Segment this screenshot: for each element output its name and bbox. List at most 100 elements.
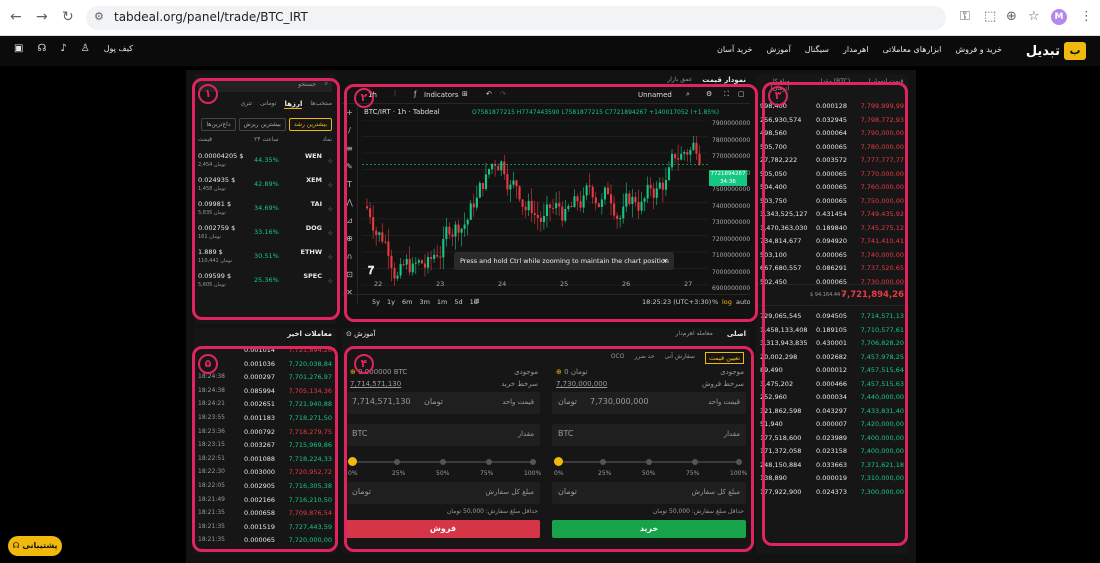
orderbook-row[interactable]: 3,343,525,127 0.431454 7,749,435,92 — [756, 208, 908, 220]
favorite-star-icon[interactable]: ☆ — [328, 206, 333, 213]
buy-amount-input[interactable]: مقدار BTC — [552, 424, 746, 446]
sell-percent-slider[interactable] — [348, 457, 536, 466]
tab-price-chart[interactable]: نمودار قیمت — [702, 76, 746, 84]
menu-tools[interactable]: ابزارهای معاملاتی — [882, 45, 941, 54]
menu-buy-sell[interactable]: خرید و فروش — [955, 45, 1002, 54]
bookmark-star-icon[interactable]: ☆ — [1028, 9, 1040, 24]
orderbook-row[interactable]: 1,470,363,030 0.189840 7,745,275,12 — [756, 222, 908, 234]
orderbook-row[interactable]: 138,890 0.000019 7,310,000,00 — [756, 472, 908, 484]
back-icon[interactable]: ← — [10, 9, 22, 25]
buy-best-price[interactable]: 7,730,000,000 — [556, 380, 607, 388]
brush-icon[interactable]: ✎ — [342, 158, 357, 176]
scale-log[interactable]: log — [722, 298, 732, 306]
orderbook-row[interactable]: 3,475,202 0.000466 7,457,515,63 — [756, 378, 908, 390]
market-row[interactable]: ETHW ☆ 30.51% 1.889 $ 110,441 تومان — [194, 246, 336, 268]
orderbook-row[interactable]: 667,680,557 0.086291 7,737,520,65 — [756, 262, 908, 274]
tab-limit[interactable]: تعیین قیمت — [704, 352, 744, 364]
market-search-input[interactable]: جستجو ⌕ — [198, 78, 332, 92]
undo-icon[interactable]: ↶ — [486, 90, 492, 98]
indicators-button[interactable]: Indicators — [424, 91, 459, 99]
user-icon[interactable]: ♙ — [81, 43, 90, 54]
tab-margin[interactable]: معامله اهرم‌دار — [676, 330, 713, 338]
favorite-star-icon[interactable]: ☆ — [328, 278, 333, 285]
range-button[interactable]: 5d — [454, 298, 462, 306]
sell-button[interactable]: فروش — [346, 520, 540, 538]
range-button[interactable]: 1y — [387, 298, 395, 306]
chart-search-icon[interactable]: ⌕ — [686, 90, 690, 99]
orderbook-row[interactable]: 729,065,545 0.094505 7,714,571,13 — [756, 310, 908, 322]
sell-best-price[interactable]: 7,714,571,130 — [350, 380, 401, 388]
tab-market[interactable]: سفارش آنی — [665, 352, 695, 364]
tab-coins[interactable]: ارزها — [284, 100, 303, 109]
install-app-icon[interactable]: ⬚ — [984, 9, 996, 24]
buy-slider-thumb[interactable] — [554, 457, 563, 466]
orderbook-row[interactable]: 734,814,677 0.094920 7,741,410,41 — [756, 235, 908, 247]
tab-toman[interactable]: تومانی — [260, 100, 276, 109]
slider-step-label[interactable]: 0% — [554, 470, 564, 477]
redo-icon[interactable]: ↷ — [500, 90, 506, 98]
menu-margin[interactable]: اهرمدار — [843, 45, 868, 54]
address-bar[interactable]: ⚙ tabdeal.org/panel/trade/BTC_IRT — [86, 6, 946, 30]
orderbook-row[interactable]: 505,050 0.000065 7,770,000,00 — [756, 168, 908, 180]
orderbook-row[interactable]: 177,518,600 0.023989 7,400,000,00 — [756, 432, 908, 444]
market-row[interactable]: WEN ☆ 44.35% 0.00004205 $ 2,454 تومان — [194, 150, 336, 172]
sell-total-input[interactable]: مبلغ کل سفارش تومان — [346, 482, 540, 504]
crosshair-icon[interactable]: + — [342, 104, 357, 122]
lock-icon[interactable]: ⊡ — [342, 266, 357, 284]
buy-total-input[interactable]: مبلغ کل سفارش تومان — [552, 482, 746, 504]
snapshot-icon[interactable]: ▢ — [738, 90, 745, 98]
trendline-icon[interactable]: / — [342, 122, 357, 140]
orderbook-row[interactable]: 177,922,900 0.024373 7,300,000,00 — [756, 486, 908, 498]
site-logo[interactable]: تبدیل ب — [1026, 40, 1086, 62]
learn-link[interactable]: ⊙ آموزش — [346, 330, 375, 338]
layout-grid-icon[interactable]: ⊞ — [462, 90, 468, 98]
measure-icon[interactable]: ⊿ — [342, 212, 357, 230]
forward-icon[interactable]: → — [36, 9, 48, 25]
tab-depth[interactable]: عمق بازار — [667, 76, 692, 84]
orderbook-row[interactable]: 27,782,222 0.003572 7,777,777,77 — [756, 154, 908, 166]
orderbook-row[interactable]: 51,940 0.000007 7,420,000,00 — [756, 418, 908, 430]
buy-button[interactable]: خرید — [552, 520, 746, 538]
orderbook-row[interactable]: 89,490 0.000012 7,457,515,64 — [756, 364, 908, 376]
pattern-icon[interactable]: ⋀ — [342, 194, 357, 212]
slider-step-label[interactable]: 100% — [730, 470, 747, 477]
slider-step-label[interactable]: 50% — [436, 470, 449, 477]
tooltip-close-icon[interactable]: ✕ — [663, 252, 668, 270]
slider-step-label[interactable]: 100% — [524, 470, 541, 477]
buy-price-input[interactable]: قیمت واحد تومان 7,730,000,000 — [552, 392, 746, 414]
menu-dots-icon[interactable]: ⋮ — [1080, 9, 1093, 24]
tab-usdt[interactable]: تتری — [240, 100, 252, 109]
sell-price-input[interactable]: قیمت واحد 7,714,571,130 تومان — [346, 392, 540, 414]
range-button[interactable]: 3m — [419, 298, 429, 306]
password-key-icon[interactable]: ⚿ — [960, 9, 970, 24]
tab-oco[interactable]: OCO — [611, 352, 625, 364]
tab-stop[interactable]: حد ضرر — [634, 352, 654, 364]
slider-step-label[interactable]: 50% — [642, 470, 655, 477]
bell-icon[interactable]: ♪ — [60, 43, 66, 54]
buy-add-icon[interactable]: ⊕ — [556, 368, 562, 376]
market-row[interactable]: DOG ☆ 33.16% 0.002759 $ 161 تومان — [194, 222, 336, 244]
filter-top-gain[interactable]: بیشترین رشد — [288, 118, 332, 131]
sell-amount-input[interactable]: مقدار BTC — [346, 424, 540, 446]
orderbook-row[interactable]: 252,960 0.000034 7,440,000,00 — [756, 391, 908, 403]
orderbook-row[interactable]: 503,750 0.000065 7,750,000,00 — [756, 195, 908, 207]
orderbook-row[interactable]: 20,002,298 0.002682 7,457,978,25 — [756, 351, 908, 363]
layout-name[interactable]: Unnamed — [638, 91, 672, 99]
support-button[interactable]: ☊ پشتیبانی — [8, 536, 62, 556]
buy-percent-slider[interactable] — [554, 457, 742, 466]
tab-favorites[interactable]: منتخب‌ها — [310, 100, 332, 109]
profile-avatar[interactable]: M — [1051, 9, 1067, 25]
headset-icon[interactable]: ☊ — [37, 43, 46, 54]
date-range-icon[interactable]: ⊟ — [474, 297, 479, 305]
orderbook-row[interactable]: 504,400 0.000065 7,760,000,00 — [756, 181, 908, 193]
candle-type-icon[interactable]: ⫶ — [394, 90, 396, 99]
favorite-star-icon[interactable]: ☆ — [328, 158, 333, 165]
reload-icon[interactable]: ↻ — [62, 9, 74, 25]
notes-icon[interactable]: ▣ — [14, 43, 23, 54]
fib-icon[interactable]: ≡ — [342, 140, 357, 158]
fullscreen-icon[interactable]: ⛶ — [724, 90, 729, 99]
candlestick-chart[interactable] — [362, 120, 708, 300]
orderbook-row[interactable]: 503,100 0.000065 7,740,000,00 — [756, 249, 908, 261]
market-row[interactable]: TAI ☆ 34.69% 0.09981 $ 5,835 تومان — [194, 198, 336, 220]
zoom-icon[interactable]: ⊕ — [342, 230, 357, 248]
